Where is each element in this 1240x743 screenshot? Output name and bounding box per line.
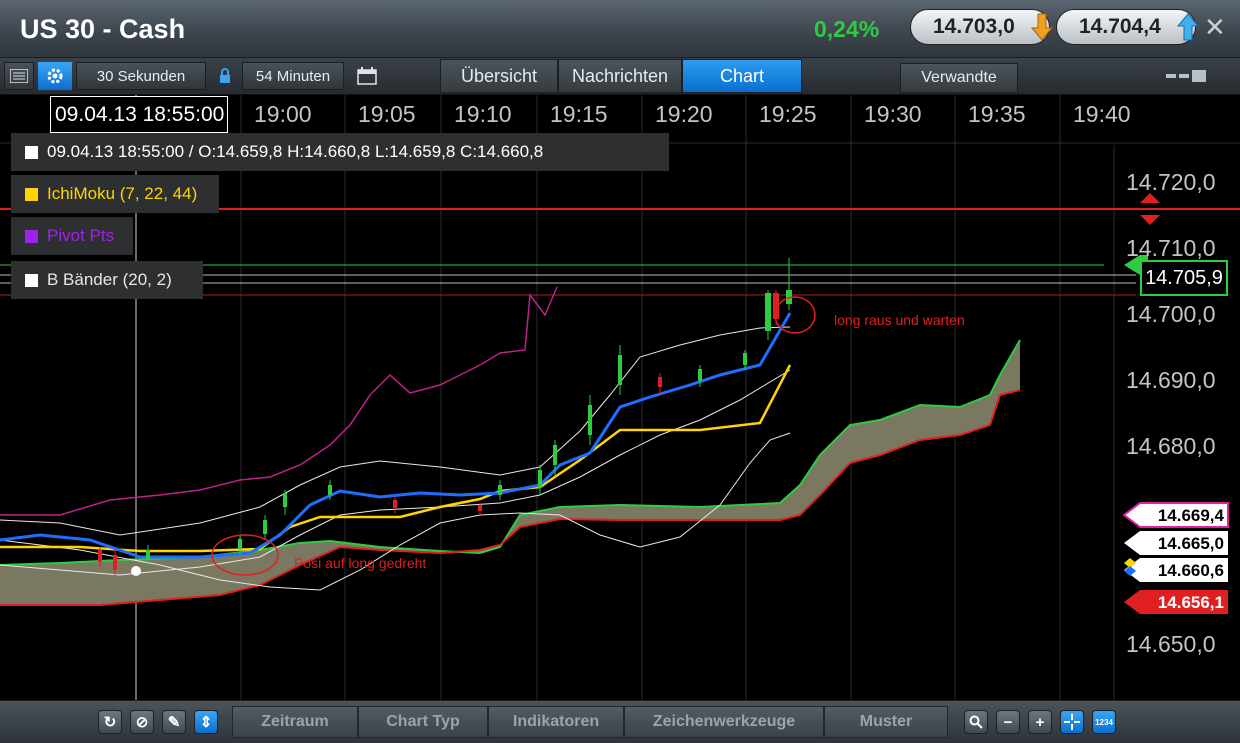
price-tag: 14.665,0 bbox=[1157, 534, 1224, 553]
restore-icon[interactable] bbox=[1179, 74, 1189, 78]
time-label: 19:15 bbox=[550, 101, 608, 127]
no-entry-icon[interactable]: ⊘ bbox=[130, 710, 154, 734]
annotation-exit: long raus und warten bbox=[834, 312, 965, 328]
list-icon[interactable] bbox=[4, 62, 34, 90]
ohlc-info: 09.04.13 18:55:00 / O:14.659,8 H:14.660,… bbox=[11, 133, 669, 171]
ohlc-square bbox=[25, 145, 38, 159]
legend-label: B Bänder (20, 2) bbox=[47, 270, 172, 289]
price-tag: 14.656,1 bbox=[1157, 593, 1224, 612]
tab-timeframe[interactable]: Zeitraum bbox=[232, 706, 358, 738]
zoom-in-icon[interactable]: + bbox=[1028, 710, 1052, 734]
time-label: 19:40 bbox=[1073, 101, 1131, 127]
tab-drawing-tools[interactable]: Zeichenwerkzeuge bbox=[624, 706, 824, 738]
toggle-icon[interactable]: ⇕ bbox=[194, 710, 218, 734]
legend-bollinger[interactable]: B Bänder (20, 2) bbox=[11, 261, 203, 299]
maximize-icon[interactable] bbox=[1192, 70, 1206, 82]
current-price-tag: 14.705,9 bbox=[1140, 260, 1228, 296]
change-percent: 0,24% bbox=[814, 16, 880, 42]
search-icon[interactable] bbox=[964, 710, 988, 734]
legend-square bbox=[25, 229, 38, 243]
zoom-out-icon[interactable]: − bbox=[996, 710, 1020, 734]
bottom-toolbar: ↻ ⊘ ✎ ⇕ Zeitraum Chart Typ Indikatoren Z… bbox=[0, 700, 1240, 743]
ask-value: 14.704,4 bbox=[1079, 15, 1161, 38]
legend-ichimoku[interactable]: IchiMoku (7, 22, 44) bbox=[11, 175, 219, 213]
arrow-down-icon bbox=[1031, 13, 1053, 41]
price-chart[interactable]: 19:00 19:05 19:10 19:15 19:20 19:25 19:3… bbox=[0, 95, 1240, 700]
tab-chart[interactable]: Chart bbox=[682, 59, 802, 93]
ohlc-text: 09.04.13 18:55:00 / O:14.659,8 H:14.660,… bbox=[47, 142, 544, 161]
price-tag: 14.660,6 bbox=[1157, 561, 1224, 580]
arrow-up-icon bbox=[1177, 13, 1199, 41]
cursor-time-label: 09.04.13 18:55:00 bbox=[50, 96, 228, 133]
tab-related[interactable]: Verwandte bbox=[900, 63, 1018, 93]
time-label: 19:05 bbox=[358, 101, 416, 127]
price-label: 14.720,0 bbox=[1126, 169, 1216, 195]
title-bar: US 30 - Cash 0,24% 14.703,0 14.704,4 ✕ bbox=[0, 0, 1240, 58]
tab-patterns[interactable]: Muster bbox=[824, 706, 948, 738]
close-icon[interactable]: ✕ bbox=[1204, 12, 1226, 43]
tab-chart-type[interactable]: Chart Typ bbox=[358, 706, 488, 738]
time-label: 19:30 bbox=[864, 101, 922, 127]
price-label: 14.650,0 bbox=[1126, 631, 1216, 657]
legend-square bbox=[25, 273, 38, 287]
crosshair-icon[interactable] bbox=[1060, 710, 1084, 734]
legend-pivot[interactable]: Pivot Pts bbox=[11, 217, 133, 255]
price-label: 14.700,0 bbox=[1126, 301, 1216, 327]
legend-label: Pivot Pts bbox=[47, 226, 115, 245]
minimize-icon[interactable] bbox=[1166, 74, 1176, 78]
lock-icon[interactable] bbox=[212, 62, 238, 90]
range-select[interactable]: 54 Minuten bbox=[242, 62, 344, 90]
buy-price-button[interactable]: 14.704,4 bbox=[1056, 9, 1199, 45]
instrument-title: US 30 - Cash bbox=[20, 14, 186, 44]
time-label: 19:00 bbox=[254, 101, 312, 127]
annotation-entry: Posi auf long gedreht bbox=[294, 555, 427, 571]
price-tag: 14.669,4 bbox=[1157, 506, 1224, 525]
tab-indicators[interactable]: Indikatoren bbox=[488, 706, 624, 738]
time-label: 19:35 bbox=[968, 101, 1026, 127]
price-label: 14.690,0 bbox=[1126, 367, 1216, 393]
price-label: 14.710,0 bbox=[1126, 235, 1216, 261]
calendar-icon[interactable] bbox=[352, 62, 382, 90]
refresh-icon[interactable]: ↻ bbox=[98, 710, 122, 734]
pen-icon[interactable]: ✎ bbox=[162, 710, 186, 734]
bid-value: 14.703,0 bbox=[933, 15, 1015, 38]
price-label: 14.680,0 bbox=[1126, 433, 1216, 459]
chart-toolbar: 30 Sekunden 54 Minuten Übersicht Nachric… bbox=[0, 58, 1240, 95]
time-label: 19:10 bbox=[454, 101, 512, 127]
interval-select[interactable]: 30 Sekunden bbox=[76, 62, 206, 90]
sell-price-button[interactable]: 14.703,0 bbox=[910, 9, 1053, 45]
time-label: 19:25 bbox=[759, 101, 817, 127]
time-label: 19:20 bbox=[655, 101, 713, 127]
tab-news[interactable]: Nachrichten bbox=[558, 59, 682, 93]
settings-gear-icon[interactable] bbox=[38, 62, 72, 90]
tab-overview[interactable]: Übersicht bbox=[440, 59, 558, 93]
numbers-icon[interactable]: 1234 bbox=[1092, 710, 1116, 734]
legend-square bbox=[25, 187, 38, 201]
legend-label: IchiMoku (7, 22, 44) bbox=[47, 184, 198, 203]
window-controls[interactable] bbox=[1166, 70, 1206, 82]
